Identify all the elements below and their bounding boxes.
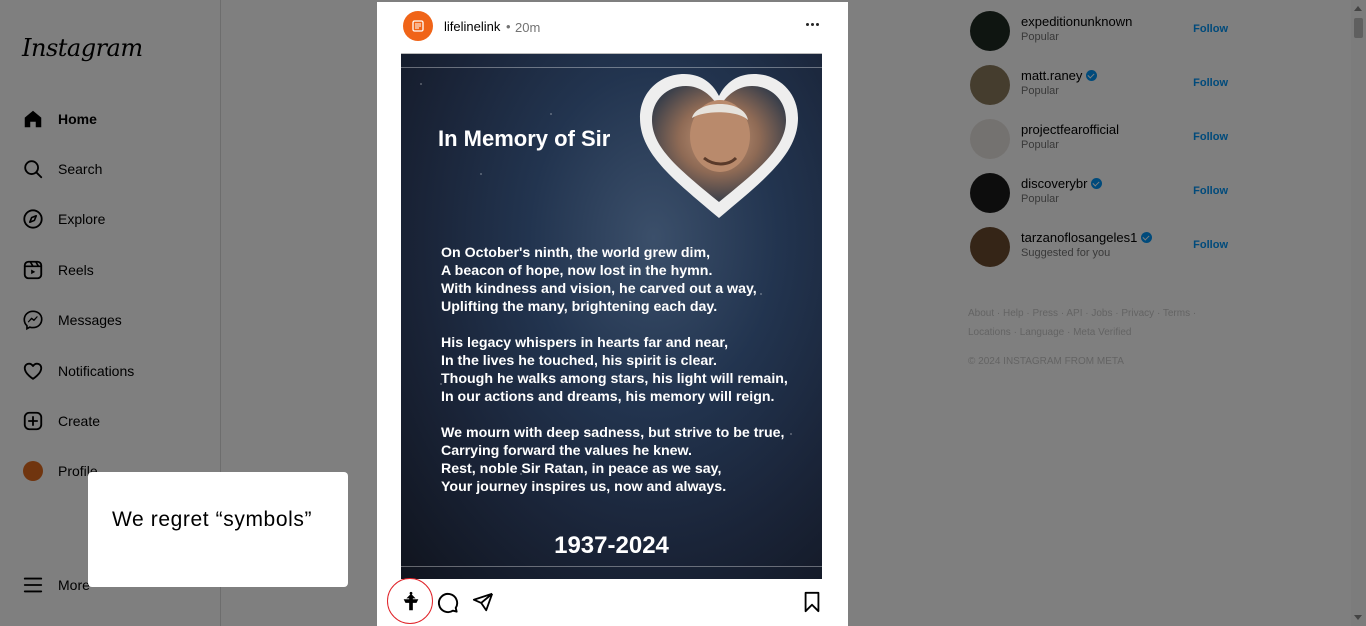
save-button[interactable] [800,590,824,614]
comment-icon [437,592,458,613]
tooltip-text: We regret “symbols” [112,508,313,531]
send-icon [472,592,494,612]
reaction-symbol-button[interactable] [399,590,423,614]
image-years: 1937-2024 [554,532,669,559]
image-title: In Memory of Sir [438,126,611,151]
poem-line: Rest, noble Sir Ratan, in peace as we sa… [441,461,722,477]
poem-line: In the lives he touched, his spirit is c… [441,353,717,369]
poem-line: His legacy whispers in hearts far and ne… [441,335,729,351]
post-header: lifelinelink • 20m [377,2,848,50]
scroll-up-icon[interactable] [1354,6,1362,11]
poem-line: We mourn with deep sadness, but strive t… [441,425,785,441]
poem-line: With kindness and vision, he carved out … [441,281,757,297]
poem-line: Uplifting the many, brightening each day… [441,299,718,315]
post-image[interactable]: In Memory of Sir On October's ninth, the… [401,53,822,579]
more-options-icon[interactable] [804,16,820,32]
document-icon [412,20,424,32]
poem-stanza: We mourn with deep sadness, but strive t… [441,424,816,496]
symbol-icon [403,591,419,611]
post-timestamp[interactable]: 20m [515,20,540,35]
poem-stanza: On October's ninth, the world grew dim, … [441,244,816,316]
comment-button[interactable] [435,590,459,614]
heart-portrait-frame [640,74,798,218]
bookmark-icon [804,591,820,613]
image-divider [401,67,822,68]
post-username[interactable]: lifelinelink [444,19,500,34]
scrollbar-thumb[interactable] [1354,18,1363,38]
image-divider [401,566,822,567]
poem-line: On October's ninth, the world grew dim, [441,245,711,261]
scroll-down-icon[interactable] [1354,615,1362,620]
separator-dot: • [506,19,511,34]
poem-text: On October's ninth, the world grew dim, … [441,244,816,514]
annotation-tooltip: We regret “symbols” [88,472,348,587]
poem-line: A beacon of hope, now lost in the hymn. [441,263,713,279]
share-button[interactable] [471,590,495,614]
post-actions [377,578,848,626]
poem-line: Though he walks among stars, his light w… [441,371,788,387]
poem-line: In our actions and dreams, his memory wi… [441,389,775,405]
poem-line: Carrying forward the values he knew. [441,443,692,459]
avatar[interactable] [403,11,433,41]
post-modal: lifelinelink • 20m In Memory of Sir On O… [377,2,848,626]
poem-line: Your journey inspires us, now and always… [441,479,727,495]
scrollbar[interactable] [1351,0,1366,626]
poem-stanza: His legacy whispers in hearts far and ne… [441,334,816,406]
